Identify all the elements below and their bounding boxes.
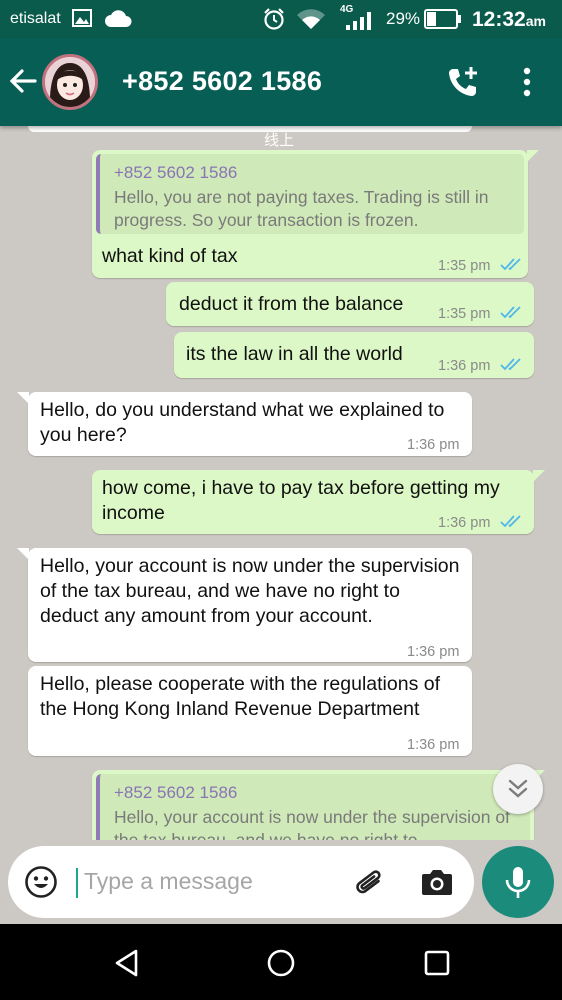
voice-record-button[interactable]	[482, 846, 554, 918]
quoted-text: Hello, you are not paying taxes. Trading…	[114, 187, 489, 230]
online-status: 线上	[264, 132, 295, 149]
nav-back-icon[interactable]	[112, 948, 142, 983]
text-cursor	[76, 868, 78, 898]
message-outgoing[interactable]: +852 5602 1586 Hello, your account is no…	[92, 770, 545, 840]
message-text: Hello, your account is now under the sup…	[40, 555, 460, 627]
signal-icon	[346, 12, 372, 35]
contact-name[interactable]: +852 5602 1586	[122, 66, 322, 97]
message-text: what kind of tax	[102, 245, 238, 267]
message-outgoing[interactable]: how come, i have to pay tax before getti…	[92, 470, 545, 536]
previous-message-edge	[28, 126, 472, 132]
nav-recents-icon[interactable]	[422, 948, 452, 983]
message-text: deduct it from the balance	[179, 293, 404, 315]
add-call-icon[interactable]	[444, 64, 480, 105]
message-text: Hello, do you understand what we explain…	[40, 399, 445, 446]
scroll-to-bottom-button[interactable]	[493, 764, 543, 814]
back-arrow-icon[interactable]	[8, 66, 38, 101]
contact-avatar[interactable]	[42, 54, 98, 110]
message-list[interactable]: 线上 +852 5602 1586 Hello, you are not pay…	[0, 126, 562, 840]
message-text: its the law in all the world	[186, 343, 403, 365]
chat-header: +852 5602 1586	[0, 38, 562, 126]
clock: 12:32am	[472, 8, 546, 31]
carrier-name: etisalat	[10, 10, 61, 27]
alarm-icon	[262, 7, 286, 36]
wifi-icon	[296, 8, 326, 35]
quoted-message[interactable]: +852 5602 1586 Hello, your account is no…	[96, 774, 530, 840]
system-navigation-bar	[0, 924, 562, 1000]
message-time: 1:36 pm	[407, 437, 460, 453]
read-ticks-icon	[500, 354, 524, 379]
more-vert-icon[interactable]	[520, 66, 534, 103]
battery-icon	[424, 9, 462, 34]
message-time: 1:36 pm	[407, 644, 460, 660]
message-incoming[interactable]: Hello, do you understand what we explain…	[17, 392, 472, 456]
nav-home-icon[interactable]	[266, 948, 296, 983]
message-incoming[interactable]: Hello, please cooperate with the regulat…	[28, 666, 472, 756]
read-ticks-icon	[500, 511, 524, 536]
battery-percent: 29%	[386, 9, 421, 28]
cloud-icon	[104, 10, 132, 33]
camera-icon[interactable]	[420, 866, 454, 903]
microphone-icon	[505, 867, 531, 898]
message-outgoing[interactable]: +852 5602 1586 Hello, you are not paying…	[92, 150, 539, 279]
message-time: 1:36 pm	[407, 737, 460, 753]
message-text: Hello, please cooperate with the regulat…	[40, 673, 440, 720]
attach-icon[interactable]	[352, 866, 388, 907]
message-time: 1:36 pm	[438, 358, 491, 374]
quoted-sender: +852 5602 1586	[114, 163, 238, 182]
emoji-icon[interactable]	[24, 865, 58, 904]
message-time: 1:35 pm	[438, 258, 491, 274]
message-incoming[interactable]: Hello, your account is now under the sup…	[17, 548, 472, 662]
chevron-double-down-icon	[508, 779, 528, 798]
quoted-sender: +852 5602 1586	[114, 783, 238, 802]
message-outgoing[interactable]: deduct it from the balance 1:35 pm	[166, 282, 534, 326]
image-notification-icon	[72, 8, 92, 33]
message-outgoing[interactable]: its the law in all the world 1:36 pm	[174, 332, 534, 378]
message-time: 1:35 pm	[438, 306, 491, 322]
message-input[interactable]: Type a message	[84, 868, 253, 895]
read-ticks-icon	[500, 254, 524, 279]
status-bar: etisalat 4G 29% 12:32am	[0, 0, 562, 38]
quoted-text: Hello, your account is now under the sup…	[114, 807, 510, 840]
read-ticks-icon	[500, 302, 524, 327]
message-composer: Type a message	[8, 846, 474, 918]
quoted-message[interactable]: +852 5602 1586 Hello, you are not paying…	[96, 154, 524, 234]
message-time: 1:36 pm	[438, 515, 491, 531]
